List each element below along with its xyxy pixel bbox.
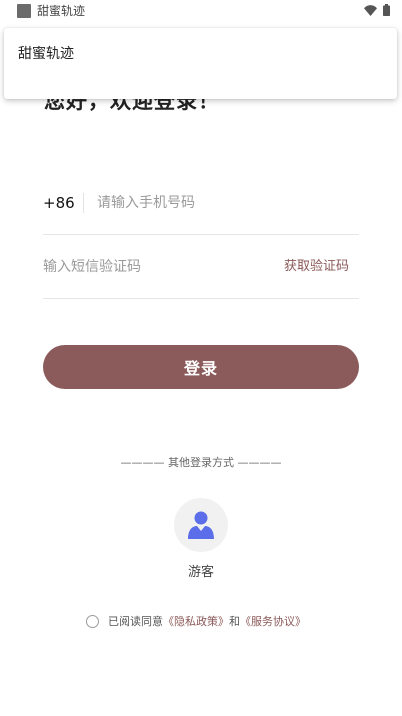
service-agreement-link[interactable]: 《服务协议》: [240, 613, 306, 629]
agree-radio[interactable]: [86, 614, 99, 628]
guest-login-button[interactable]: [174, 498, 228, 552]
login-button[interactable]: 登录: [43, 345, 359, 389]
user-icon: [188, 511, 214, 539]
status-bar: 甜蜜轨迹: [0, 0, 402, 22]
phone-row: +86: [43, 171, 359, 235]
country-code[interactable]: +86: [43, 193, 75, 213]
other-login-title: ———— 其他登录方式 ————: [120, 456, 282, 469]
code-underline: [43, 298, 359, 299]
get-code-button[interactable]: 获取验证码: [284, 257, 349, 277]
battery-icon: [383, 4, 390, 16]
guest-label: 游客: [187, 565, 214, 580]
agreement-conjunction: 和: [229, 615, 240, 628]
sms-code-input[interactable]: [43, 257, 263, 277]
country-code-divider: [83, 193, 84, 213]
app-square-icon: [17, 4, 31, 18]
phone-input[interactable]: [97, 193, 347, 213]
status-icons: [364, 4, 390, 16]
agreement-row: 已阅读同意 《隐私政策》 和 《服务协议》: [86, 612, 306, 630]
agreement-prefix: 已阅读同意: [108, 615, 163, 628]
wifi-icon: [364, 4, 377, 16]
status-app-name: 甜蜜轨迹: [37, 4, 86, 18]
code-row: 获取验证码: [43, 235, 359, 299]
notification-banner[interactable]: 甜蜜轨迹: [4, 28, 397, 99]
notification-title: 甜蜜轨迹: [18, 46, 74, 62]
privacy-policy-link[interactable]: 《隐私政策》: [163, 613, 229, 629]
